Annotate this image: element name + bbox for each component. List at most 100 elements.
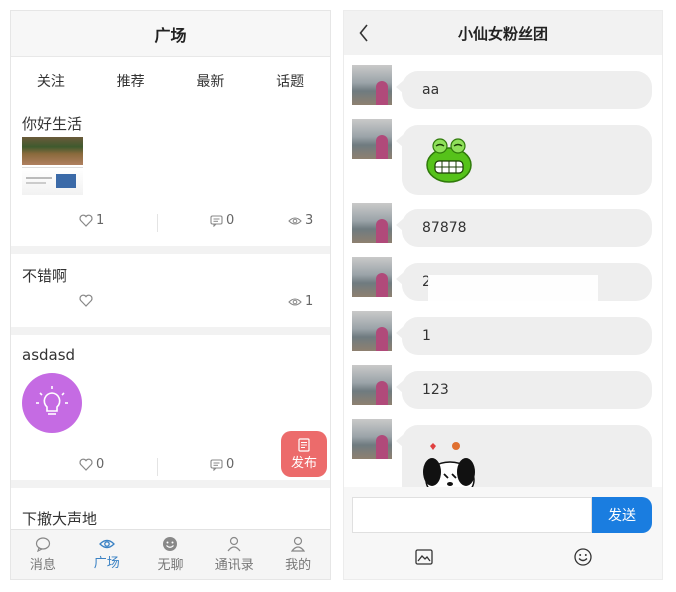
comment-count: 0 [226, 457, 235, 472]
chat-bubble-icon [35, 536, 50, 552]
like-stat[interactable] [79, 294, 96, 307]
comment-icon [210, 458, 223, 471]
post-title: asdasd [22, 346, 76, 364]
tab-latest[interactable]: 最新 [171, 57, 251, 105]
back-button[interactable] [354, 21, 374, 45]
message-text: aa [422, 82, 440, 98]
post-title: 不错啊 [22, 267, 68, 285]
emoji-picker-button[interactable] [503, 539, 662, 575]
like-count: 0 [96, 457, 105, 472]
view-stat: 1 [288, 294, 313, 309]
chat-screen: 小仙女粉丝团 aa 87878 2 1 123 发送 [343, 10, 663, 580]
message-bubble[interactable]: 87878 [396, 209, 652, 247]
message-bubble[interactable] [396, 425, 652, 487]
message-text: 1 [422, 328, 431, 344]
user-icon [291, 536, 306, 552]
tabbar-label: 通讯录 [214, 558, 254, 573]
post-image[interactable] [22, 167, 83, 195]
tabbar-label: 无聊 [157, 558, 184, 573]
comment-stat[interactable]: 0 [210, 457, 234, 472]
avatar[interactable] [352, 365, 392, 405]
page-title: 广场 [154, 25, 187, 45]
overlay-patch [428, 275, 598, 317]
avatar[interactable] [352, 65, 392, 105]
chat-header: 小仙女粉丝团 [344, 11, 662, 55]
tabbar-item-contacts[interactable]: 通讯录 [202, 530, 266, 579]
tab-label: 最新 [196, 74, 225, 90]
eye-icon [288, 216, 302, 225]
view-stat: 3 [288, 213, 313, 228]
tabbar-item-messages[interactable]: 消息 [11, 530, 75, 579]
post-card[interactable]: 下撤大声地 [11, 488, 330, 533]
divider [157, 458, 158, 476]
post-card[interactable]: 你好生活 1 0 3 [11, 101, 330, 246]
post-card[interactable]: 不错啊 1 [11, 254, 330, 327]
heart-icon [79, 294, 93, 307]
image-icon [414, 549, 433, 565]
avatar[interactable] [352, 419, 392, 459]
tabbar-item-bored[interactable]: 无聊 [139, 530, 203, 579]
tab-recommend[interactable]: 推荐 [91, 57, 171, 105]
publish-button[interactable]: 发布 [281, 431, 327, 477]
lightbulb-icon [36, 386, 68, 415]
post-stats: 1 [11, 294, 330, 314]
avatar[interactable] [352, 311, 392, 351]
panda-sticker [423, 442, 475, 487]
smiley-icon [163, 537, 178, 551]
plaza-tabs: 关注 推荐 最新 话题 [11, 57, 330, 105]
message-input[interactable] [352, 497, 592, 533]
plaza-header: 广场 [11, 11, 330, 57]
avatar[interactable] [352, 203, 392, 243]
message-bubble[interactable]: 123 [396, 371, 652, 409]
bottom-tabbar: 消息 广场 无聊 通讯录 我的 [11, 529, 330, 579]
tabbar-label: 我的 [285, 558, 312, 573]
chevron-left-icon [359, 24, 368, 42]
message-list[interactable]: aa 87878 2 1 123 [344, 55, 662, 487]
tab-label: 话题 [276, 74, 305, 90]
message-bubble[interactable]: aa [396, 71, 652, 109]
plaza-screen: 广场 关注 推荐 最新 话题 你好生活 1 0 3 不错啊 1 asdasd 0… [10, 10, 331, 580]
avatar[interactable] [352, 119, 392, 159]
avatar[interactable] [352, 257, 392, 297]
tab-topics[interactable]: 话题 [250, 57, 330, 105]
tab-label: 关注 [36, 74, 65, 90]
eye-icon [288, 297, 302, 306]
like-count: 1 [96, 213, 105, 228]
tabbar-item-plaza[interactable]: 广场 [75, 530, 139, 579]
eye-icon [98, 539, 115, 549]
input-bar: 发送 [344, 497, 662, 533]
message-bubble[interactable]: 1 [396, 317, 652, 355]
like-stat[interactable]: 1 [79, 213, 104, 228]
comment-count: 0 [226, 213, 235, 228]
tab-follow[interactable]: 关注 [11, 57, 91, 105]
post-title: 下撤大声地 [22, 510, 98, 528]
green-frog-sticker [426, 138, 472, 183]
message-text: 123 [422, 382, 449, 398]
message-text: 87878 [422, 220, 467, 236]
post-image[interactable] [22, 137, 83, 165]
message-bubble[interactable] [396, 125, 652, 195]
image-picker-button[interactable] [344, 539, 503, 575]
like-stat[interactable]: 0 [79, 457, 104, 472]
send-button[interactable]: 发送 [592, 497, 652, 533]
tabbar-item-me[interactable]: 我的 [266, 530, 330, 579]
post-title: 你好生活 [22, 115, 83, 133]
chat-title: 小仙女粉丝团 [457, 24, 548, 43]
divider [157, 214, 158, 232]
chat-toolbar [344, 539, 662, 575]
publish-label: 发布 [290, 455, 317, 471]
view-count: 1 [305, 294, 314, 309]
edit-document-icon [298, 437, 310, 452]
heart-icon [79, 214, 93, 227]
comment-stat[interactable]: 0 [210, 213, 234, 228]
post-image[interactable] [22, 373, 82, 433]
tabbar-label: 消息 [29, 557, 56, 573]
comment-icon [210, 214, 223, 227]
contacts-icon [227, 536, 241, 552]
smiley-icon [573, 548, 592, 566]
post-stats: 1 0 3 [11, 213, 330, 233]
heart-icon [79, 458, 93, 471]
view-count: 3 [305, 213, 314, 228]
tabbar-label: 广场 [93, 556, 120, 571]
tab-label: 推荐 [116, 74, 145, 90]
